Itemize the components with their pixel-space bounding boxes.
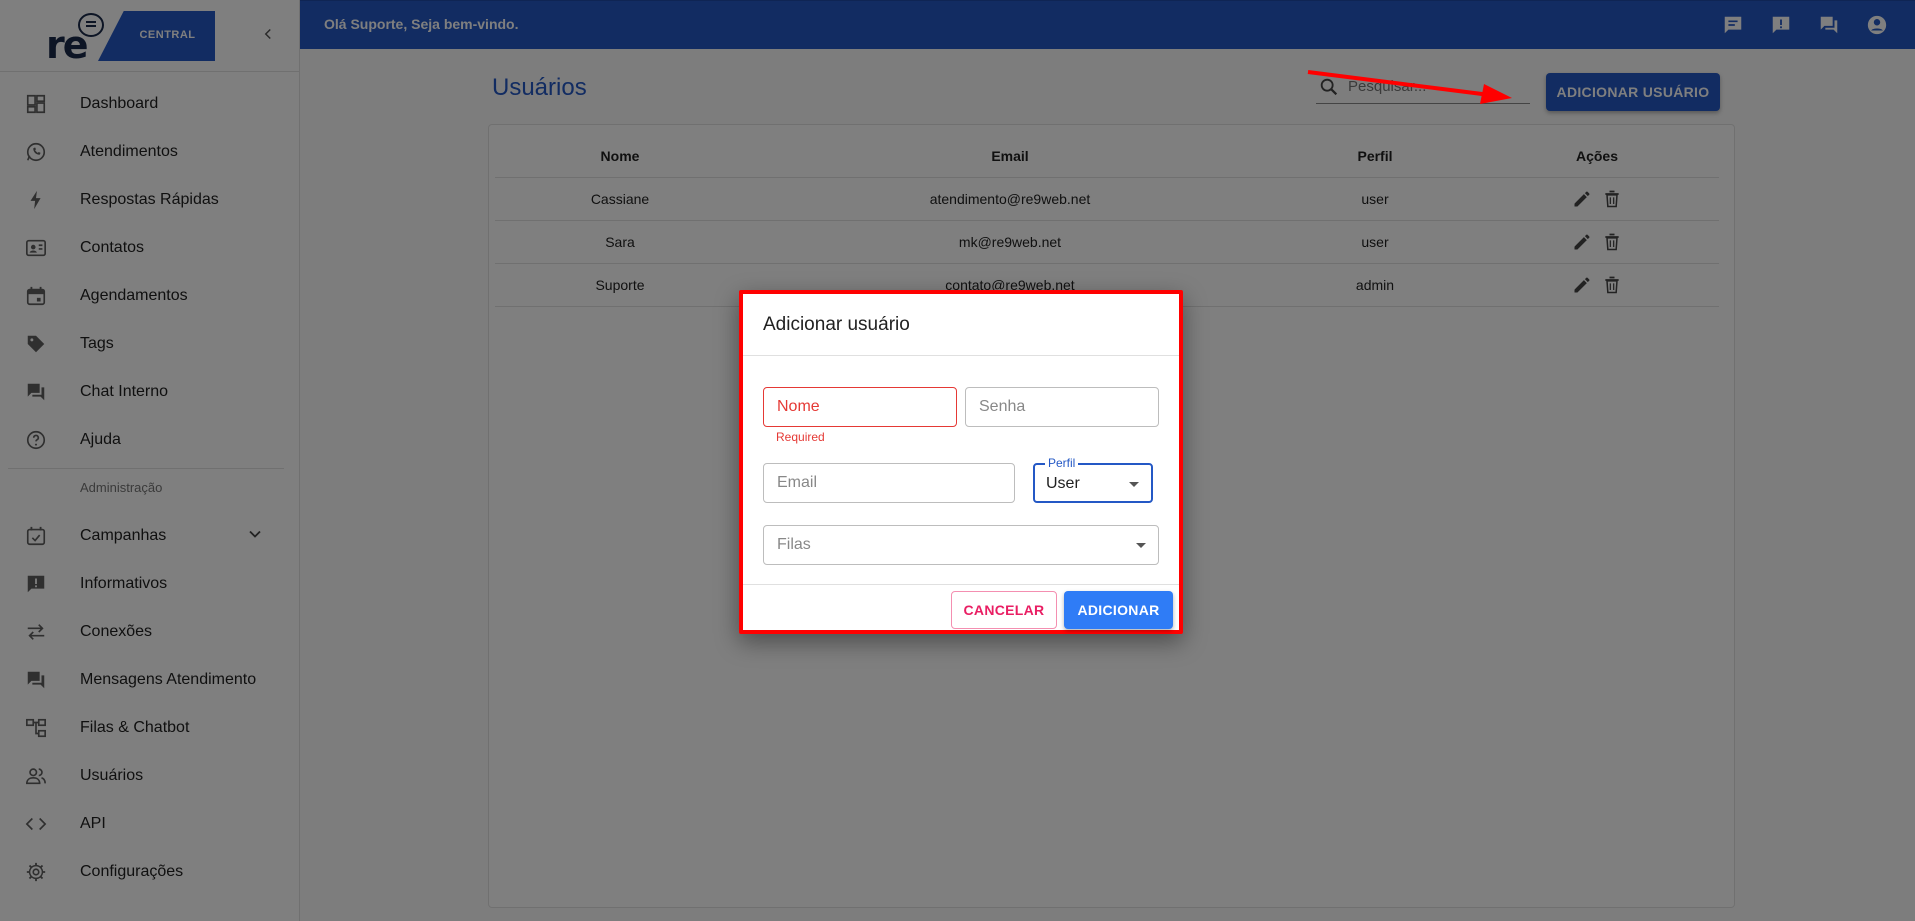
add-user-dialog: Adicionar usuário Nome Required Senha Em… <box>739 290 1183 634</box>
filas-select[interactable]: Filas <box>763 525 1159 565</box>
cancel-button[interactable]: CANCELAR <box>951 591 1057 629</box>
filas-placeholder: Filas <box>777 536 811 553</box>
dialog-title: Adicionar usuário <box>763 314 910 335</box>
email-field[interactable]: Email <box>763 463 1015 503</box>
dropdown-arrow-icon <box>1129 482 1139 487</box>
perfil-value: User <box>1046 475 1080 492</box>
senha-placeholder: Senha <box>979 398 1026 415</box>
add-button[interactable]: ADICIONAR <box>1064 591 1173 629</box>
dialog-divider <box>743 584 1179 585</box>
dropdown-arrow-icon <box>1136 543 1146 548</box>
senha-field[interactable]: Senha <box>965 387 1159 427</box>
nome-error-text: Required <box>776 430 825 444</box>
nome-placeholder: Nome <box>777 398 820 415</box>
nome-field[interactable]: Nome <box>763 387 957 427</box>
dialog-divider <box>743 355 1179 356</box>
email-placeholder: Email <box>777 474 818 491</box>
perfil-select[interactable]: Perfil User <box>1033 456 1153 503</box>
perfil-label: Perfil <box>1045 456 1079 470</box>
